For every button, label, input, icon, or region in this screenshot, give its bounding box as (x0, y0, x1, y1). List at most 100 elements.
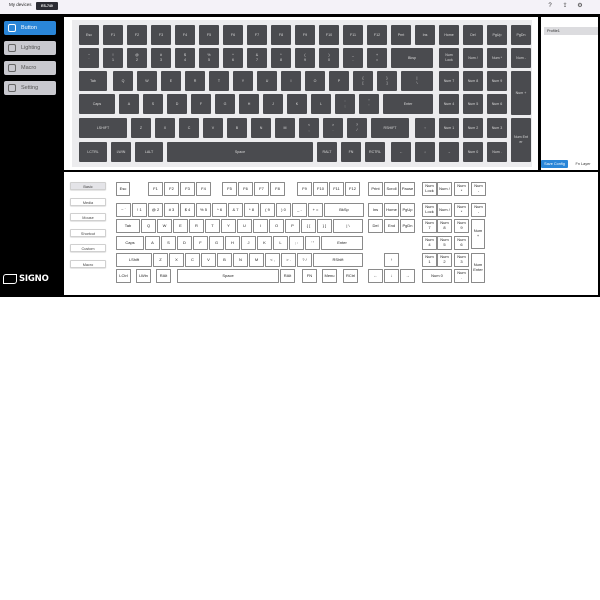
mapping-key-pgup[interactable]: PgUp (400, 203, 415, 217)
key-q[interactable]: Q (113, 71, 133, 91)
mapping-key-lwin[interactable]: LWin (136, 269, 151, 283)
mapping-key-→[interactable]: → (400, 269, 415, 283)
mapping-key-e[interactable]: E (173, 219, 188, 233)
mapping-key-home[interactable]: Home (384, 203, 399, 217)
mapping-key-f3[interactable]: F3 (180, 182, 195, 196)
key-num-+[interactable]: Num + (511, 71, 531, 115)
key-_--[interactable]: _ - (343, 48, 363, 68)
mapping-key-f11[interactable]: F11 (329, 182, 344, 196)
mapping-key-menu[interactable]: Menu (322, 269, 337, 283)
key-u[interactable]: U (257, 71, 277, 91)
key-w[interactable]: W (137, 71, 157, 91)
key-^-6[interactable]: ^ 6 (223, 48, 243, 68)
mapping-key-?-/[interactable]: ? / (297, 253, 312, 267)
mapping-key-num-/[interactable]: Num / (437, 203, 452, 217)
key-num-4[interactable]: Num 4 (439, 94, 459, 114)
mapping-key-%-5[interactable]: % 5 (196, 203, 211, 217)
key-~-`[interactable]: ~ ` (79, 48, 99, 68)
mapping-key-f[interactable]: F (193, 236, 208, 250)
key-s[interactable]: S (143, 94, 163, 114)
key-:-;[interactable]: : ; (335, 94, 355, 114)
mapping-key-s[interactable]: S (161, 236, 176, 250)
mapping-key-num-lock[interactable]: Num Lock (422, 182, 437, 196)
mapping-key-fn[interactable]: FN (302, 269, 317, 283)
mapping-key-b[interactable]: B (217, 253, 232, 267)
key-f9[interactable]: F9 (295, 25, 315, 45)
key-num-9[interactable]: Num 9 (487, 71, 507, 91)
mapping-key-#-3[interactable]: # 3 (164, 203, 179, 217)
mapping-key-t[interactable]: T (205, 219, 220, 233)
key-y[interactable]: Y (233, 71, 253, 91)
key-pgup[interactable]: PgUp (487, 25, 507, 45)
key-d[interactable]: D (167, 94, 187, 114)
key-num-1[interactable]: Num 1 (439, 118, 459, 138)
mapping-key-!-1[interactable]: ! 1 (132, 203, 147, 217)
key-f6[interactable]: F6 (223, 25, 243, 45)
sidebar-item-button[interactable]: Button (4, 21, 56, 35)
tab-custom[interactable]: Custom (70, 244, 106, 252)
key-f7[interactable]: F7 (247, 25, 267, 45)
mapping-key-num-1[interactable]: Num 1 (422, 253, 437, 267)
key-num-ent-er[interactable]: Num Ent er (511, 118, 531, 162)
key-?-/[interactable]: ? / (347, 118, 367, 138)
mapping-key-num-*[interactable]: Num * (454, 203, 469, 217)
key-num-8[interactable]: Num 8 (463, 71, 483, 91)
mapping-key-|-\[interactable]: | \ (333, 219, 363, 233)
fn-layer-button[interactable]: Fn Layer (569, 160, 597, 168)
mapping-key-k[interactable]: K (257, 236, 272, 250)
key-|-\[interactable]: | \ (401, 71, 433, 91)
my-devices-label[interactable]: My devices (9, 2, 32, 7)
mapping-key-h[interactable]: H (225, 236, 240, 250)
mapping-key-del[interactable]: Del (368, 219, 383, 233)
key-→[interactable]: → (439, 142, 459, 162)
sidebar-item-setting[interactable]: Setting (4, 81, 56, 95)
key-@-2[interactable]: @ 2 (127, 48, 147, 68)
key-l[interactable]: L (311, 94, 331, 114)
mapping-key-l[interactable]: L (273, 236, 288, 250)
key-k[interactable]: K (287, 94, 307, 114)
mapping-key-rshift[interactable]: RShift (313, 253, 363, 267)
key-f11[interactable]: F11 (343, 25, 363, 45)
mapping-key-num-0[interactable]: Num 0 (422, 269, 452, 283)
key-o[interactable]: O (305, 71, 325, 91)
key-enter[interactable]: Enter (383, 94, 433, 114)
mapping-key-ralt[interactable]: RAlt (156, 269, 171, 283)
mapping-key-num--[interactable]: Num - (471, 182, 486, 196)
mapping-key-esc[interactable]: Esc (116, 182, 130, 196)
mapping-key-{-[[interactable]: { [ (301, 219, 316, 233)
mapping-key-j[interactable]: J (241, 236, 256, 250)
mapping-key-space[interactable]: Space (177, 269, 279, 283)
mapping-key-num-7[interactable]: Num 7 (422, 219, 437, 233)
mapping-key-f7[interactable]: F7 (254, 182, 269, 196)
key-f[interactable]: F (191, 94, 211, 114)
mapping-key-end[interactable]: End (384, 219, 399, 233)
key-del[interactable]: Del (463, 25, 483, 45)
device-model-badge[interactable]: ES-740 (36, 2, 58, 10)
key-f12[interactable]: F12 (367, 25, 387, 45)
mapping-key-^-6[interactable]: ^ 6 (212, 203, 227, 217)
mapping-key-f10[interactable]: F10 (313, 182, 328, 196)
key-num-0[interactable]: Num 0 (463, 142, 483, 162)
mapping-key-f12[interactable]: F12 (345, 182, 360, 196)
key-lalt[interactable]: LALT (135, 142, 163, 162)
mapping-key-f1[interactable]: F1 (148, 182, 163, 196)
mapping-key-num--[interactable]: Num - (471, 203, 486, 217)
key-#-3[interactable]: # 3 (151, 48, 171, 68)
mapping-key-num-enter[interactable]: Num Enter (471, 253, 485, 283)
mapping-key-n[interactable]: N (233, 253, 248, 267)
mapping-key-num-/[interactable]: Num / (437, 182, 452, 196)
save-config-button[interactable]: Save Config (541, 160, 568, 168)
mapping-key-m[interactable]: M (249, 253, 264, 267)
mapping-key-f4[interactable]: F4 (196, 182, 211, 196)
key-fn[interactable]: FN (341, 142, 361, 162)
key-n[interactable]: N (251, 118, 271, 138)
key-num-*[interactable]: Num * (487, 48, 507, 68)
mapping-key-enter[interactable]: Enter (321, 236, 363, 250)
key-rctrl[interactable]: RCTRL (365, 142, 385, 162)
mapping-key-y[interactable]: Y (221, 219, 236, 233)
key-$-4[interactable]: $ 4 (175, 48, 195, 68)
key-(-9[interactable]: ( 9 (295, 48, 315, 68)
key-lwin[interactable]: LWIN (111, 142, 131, 162)
mapping-key-w[interactable]: W (157, 219, 172, 233)
key-r[interactable]: R (185, 71, 205, 91)
